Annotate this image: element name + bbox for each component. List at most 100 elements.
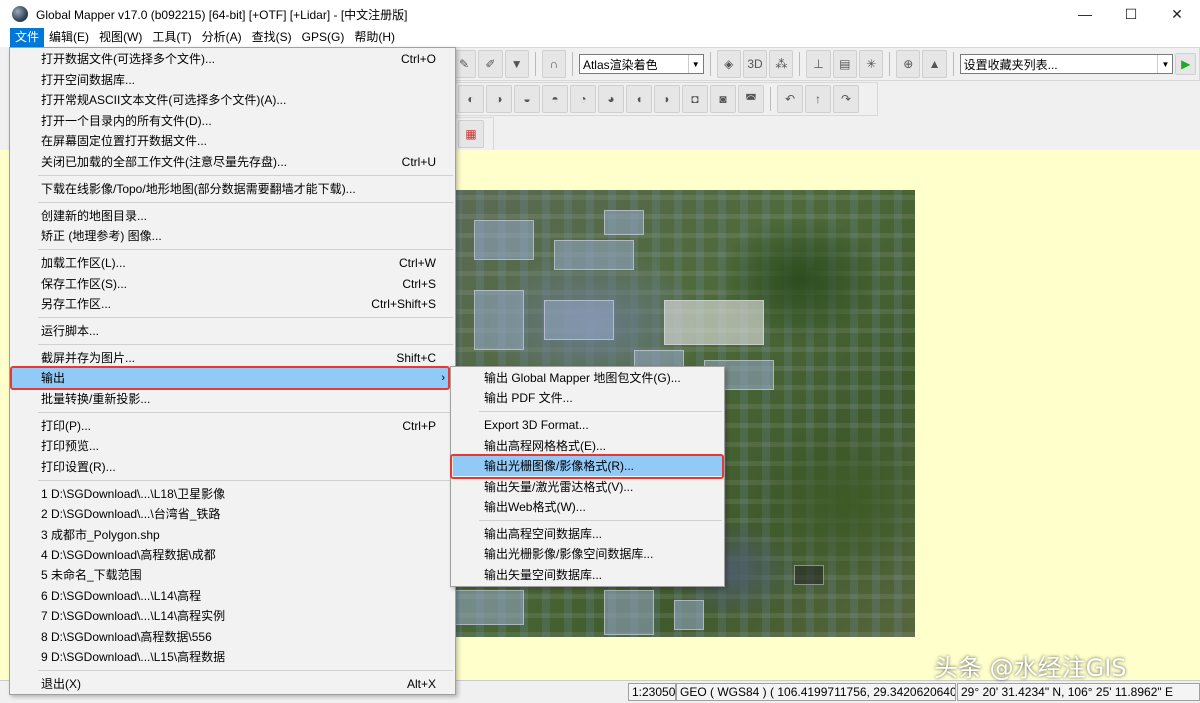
building-block <box>554 240 634 270</box>
close-button[interactable]: ✕ <box>1154 0 1200 28</box>
export-item-web[interactable]: 输出Web格式(W)... <box>453 497 722 517</box>
toolbar-row-3: ▦ <box>454 117 494 151</box>
view-shed-icon[interactable]: ▤ <box>832 50 857 78</box>
menu-item-recent-3[interactable]: 3 成都市_Polygon.shp <box>12 525 453 545</box>
menu-item-save-workspace[interactable]: 保存工作区(S)... Ctrl+S <box>12 274 453 294</box>
menu-item-label: 输出 Global Mapper 地图包文件(G)... <box>484 371 681 385</box>
menu-help[interactable]: 帮助(H) <box>349 28 400 47</box>
menu-item-recent-1[interactable]: 1 D:\SGDownload\...\L18\卫星影像 <box>12 484 453 504</box>
menu-item-label: 输出高程空间数据库... <box>484 527 603 541</box>
funnel-tool-icon[interactable]: ▼ <box>504 50 529 78</box>
redo-arrow-icon[interactable]: ↷ <box>833 85 859 113</box>
north-arrow-icon[interactable]: ▲ <box>922 50 947 78</box>
toolbar-separator <box>534 52 536 76</box>
menu-item-open-ascii[interactable]: 打开常规ASCII文本文件(可选择多个文件)(A)... <box>12 90 453 110</box>
menu-search[interactable]: 查找(S) <box>247 28 297 47</box>
sparkle-icon[interactable]: ✳ <box>858 50 884 78</box>
menu-item-recent-9[interactable]: 9 D:\SGDownload\...\L15\高程数据 <box>12 647 453 667</box>
maximize-button[interactable]: ☐ <box>1108 0 1154 28</box>
export-item-gmp[interactable]: 输出 Global Mapper 地图包文件(G)... <box>453 368 722 388</box>
menu-separator <box>38 480 453 481</box>
menu-item-recent-7[interactable]: 7 D:\SGDownload\...\L14\高程实例 <box>12 606 453 626</box>
menu-view[interactable]: 视图(W) <box>94 28 147 47</box>
menu-edit[interactable]: 编辑(E) <box>44 28 94 47</box>
menu-item-recent-5[interactable]: 5 未命名_下载范围 <box>12 565 453 585</box>
menu-item-recent-6[interactable]: 6 D:\SGDownload\...\L14\高程 <box>12 586 453 606</box>
menu-item-label: 输出矢量/激光雷达格式(V)... <box>484 480 634 494</box>
menu-item-create-catalog[interactable]: 创建新的地图目录... <box>12 206 453 226</box>
menu-item-open-directory[interactable]: 打开一个目录内的所有文件(D)... <box>12 111 453 131</box>
export-item-vector-db[interactable]: 输出矢量空间数据库... <box>453 565 722 585</box>
menu-item-label: 打开数据文件(可选择多个文件)... <box>41 52 215 66</box>
menu-analysis[interactable]: 分析(A) <box>197 28 247 47</box>
menu-item-batch-convert[interactable]: 批量转换/重新投影... <box>12 389 453 409</box>
menu-item-print-setup[interactable]: 打印设置(R)... <box>12 457 453 477</box>
up-arrow-icon[interactable]: ↑ <box>805 85 831 113</box>
menu-item-load-workspace[interactable]: 加载工作区(L)... Ctrl+W <box>12 253 453 273</box>
gps-target-icon[interactable]: ⊕ <box>896 50 921 78</box>
shader-select[interactable]: Atlas渲染着色 ▼ <box>578 54 704 74</box>
digitizer-tool-5-icon[interactable]: ◔ <box>570 85 596 113</box>
digitizer-tool-8-icon[interactable]: ◗ <box>654 85 680 113</box>
3d-view-icon[interactable]: ◈ <box>716 50 741 78</box>
menu-item-recent-4[interactable]: 4 D:\SGDownload\高程数据\成都 <box>12 545 453 565</box>
export-item-elevation-grid[interactable]: 输出高程网格格式(E)... <box>453 436 722 456</box>
menu-item-run-script[interactable]: 运行脚本... <box>12 321 453 341</box>
menu-item-open-spatial-db[interactable]: 打开空间数据库... <box>12 70 453 90</box>
lidar-icon[interactable]: ⁂ <box>769 50 794 78</box>
favorites-select[interactable]: 设置收藏夹列表... ▼ <box>959 54 1174 74</box>
menu-item-print[interactable]: 打印(P)... Ctrl+P <box>12 416 453 436</box>
arch-tool-icon[interactable]: ∩ <box>541 50 567 78</box>
export-item-pdf[interactable]: 输出 PDF 文件... <box>453 388 722 408</box>
menu-item-exit[interactable]: 退出(X) Alt+X <box>12 674 453 694</box>
menu-item-label: 打印(P)... <box>41 419 91 433</box>
menu-item-label: 退出(X) <box>41 677 81 691</box>
digitizer-tool-6-icon[interactable]: ◕ <box>598 85 624 113</box>
menu-separator <box>479 520 722 521</box>
menu-item-shortcut: Ctrl+S <box>402 277 436 291</box>
minimize-button[interactable]: — <box>1062 0 1108 28</box>
menu-item-recent-2[interactable]: 2 D:\SGDownload\...\台湾省_铁路 <box>12 504 453 524</box>
menu-item-label: 运行脚本... <box>41 324 100 338</box>
menu-tools[interactable]: 工具(T) <box>147 28 196 47</box>
digitizer-tool-1-icon[interactable]: ◐ <box>458 85 484 113</box>
menu-item-label: 关闭已加载的全部工作文件(注意尽量先存盘)... <box>41 155 287 169</box>
menu-item-open-data[interactable]: 打开数据文件(可选择多个文件)... Ctrl+O <box>12 49 453 69</box>
menu-item-label: 打开一个目录内的所有文件(D)... <box>41 114 212 128</box>
menu-item-open-fixed[interactable]: 在屏幕固定位置打开数据文件... <box>12 131 453 151</box>
menu-item-print-preview[interactable]: 打印预览... <box>12 436 453 456</box>
toolbar-separator <box>952 52 954 76</box>
chevron-down-icon[interactable]: ▼ <box>1157 55 1172 73</box>
menu-item-label: 3 成都市_Polygon.shp <box>41 528 160 542</box>
digitizer-tool-10-icon[interactable]: ◙ <box>710 85 736 113</box>
menu-item-download-online[interactable]: 下载在线影像/Topo/地形地图(部分数据需要翻墙才能下载)... <box>12 179 453 199</box>
digitizer-tool-4-icon[interactable]: ◓ <box>542 85 568 113</box>
color-palette-icon[interactable]: ▦ <box>458 120 484 148</box>
digitizer-tool-3-icon[interactable]: ◒ <box>514 85 540 113</box>
menu-file[interactable]: 文件 <box>10 28 45 47</box>
menu-separator <box>38 317 453 318</box>
digitizer-tool-7-icon[interactable]: ◖ <box>626 85 652 113</box>
play-icon[interactable]: ▶ <box>1175 53 1197 75</box>
menu-gps[interactable]: GPS(G) <box>297 28 350 47</box>
path-profile-icon[interactable]: ⊥ <box>806 50 831 78</box>
digitizer-tool-2-icon[interactable]: ◑ <box>486 85 512 113</box>
menu-item-rectify[interactable]: 矫正 (地理参考) 图像... <box>12 226 453 246</box>
menu-item-close-all[interactable]: 关闭已加载的全部工作文件(注意尽量先存盘)... Ctrl+U <box>12 152 453 172</box>
building-block <box>794 565 824 585</box>
digitizer-tool-11-icon[interactable]: ◚ <box>738 85 764 113</box>
digitizer-tool-9-icon[interactable]: ◘ <box>682 85 708 113</box>
menu-item-save-workspace-as[interactable]: 另存工作区... Ctrl+Shift+S <box>12 294 453 314</box>
undo-arrow-icon[interactable]: ↶ <box>777 85 803 113</box>
menu-item-recent-8[interactable]: 8 D:\SGDownload\高程数据\556 <box>12 627 453 647</box>
export-item-raster-db[interactable]: 输出光栅影像/影像空间数据库... <box>453 544 722 564</box>
export-item-vector-lidar[interactable]: 输出矢量/激光雷达格式(V)... <box>453 477 722 497</box>
export-item-3d[interactable]: Export 3D Format... <box>453 415 722 435</box>
menu-item-screenshot[interactable]: 截屏并存为图片... Shift+C <box>12 348 453 368</box>
title-bar: Global Mapper v17.0 (b092215) [64-bit] [… <box>0 0 1200 28</box>
export-item-elevation-db[interactable]: 输出高程空间数据库... <box>453 524 722 544</box>
pencil-tool-icon[interactable]: ✐ <box>478 50 503 78</box>
3d-mode-icon[interactable]: 3D <box>742 50 768 78</box>
menu-item-label: 输出高程网格格式(E)... <box>484 439 606 453</box>
chevron-down-icon[interactable]: ▼ <box>687 55 703 73</box>
